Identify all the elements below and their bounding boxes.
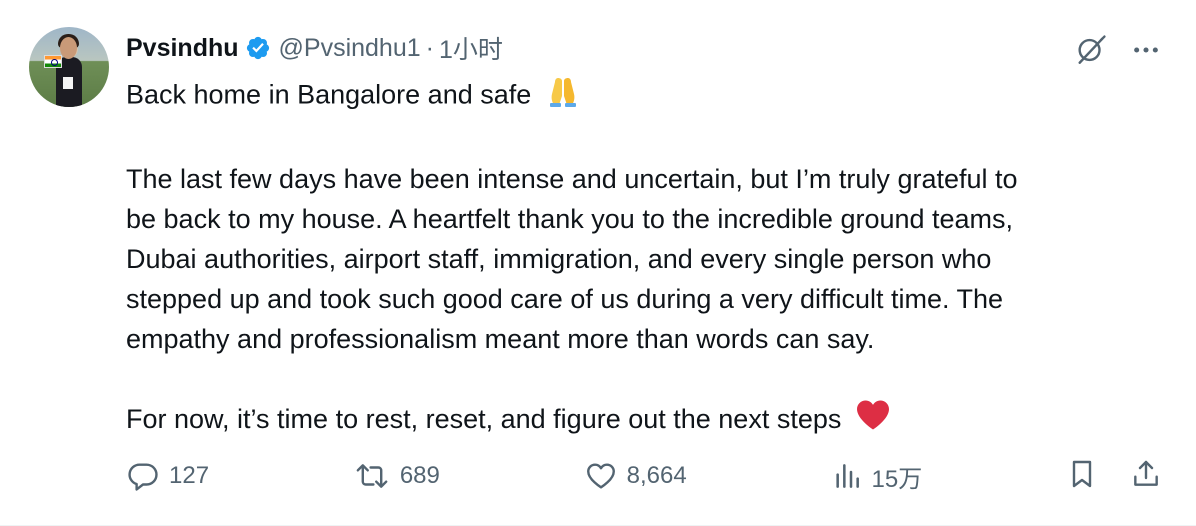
tweet-card: Pvsindhu @Pvsindhu1 · 1小时 Back home in B… [0, 0, 1196, 526]
text-line-5: stepped up and took such good care of us… [126, 284, 1004, 314]
views-icon [831, 460, 863, 492]
text-line: Back home in Bangalore and safe [126, 74, 1166, 119]
reply-button[interactable]: 127 [126, 459, 209, 493]
like-icon [584, 459, 618, 493]
text-line-3: be back to my house. A heartfelt thank y… [126, 204, 1014, 234]
author-handle[interactable]: @Pvsindhu1 [279, 34, 421, 63]
tweet-text: Back home in Bangalore and safe The last… [126, 74, 1166, 442]
text-line-7: For now, it’s time to rest, reset, and f… [126, 404, 842, 434]
action-bar: 127 689 8,664 15万 [126, 456, 1162, 496]
avatar-bib [63, 77, 73, 89]
like-button[interactable]: 8,664 [584, 459, 687, 493]
views-button[interactable]: 15万 [831, 459, 923, 494]
reply-icon [126, 459, 160, 493]
tweet-header: Pvsindhu @Pvsindhu1 · 1小时 [126, 31, 503, 65]
reply-count: 127 [169, 462, 210, 489]
text-line-2: The last few days have been intense and … [126, 164, 1018, 194]
secondary-actions [1066, 457, 1162, 496]
text-line-4: Dubai authorities, airport staff, immigr… [126, 244, 992, 274]
repost-button[interactable]: 689 [353, 459, 440, 493]
avatar-flag [44, 55, 62, 68]
grok-icon[interactable] [1074, 33, 1108, 67]
author-name[interactable]: Pvsindhu [126, 34, 239, 63]
separator-dot: · [425, 33, 434, 62]
text-line: For now, it’s time to rest, reset, and f… [126, 399, 1166, 442]
more-icon[interactable] [1130, 34, 1162, 66]
avatar[interactable] [29, 27, 109, 107]
share-icon[interactable] [1130, 457, 1162, 496]
avatar-face [60, 37, 77, 59]
repost-icon [353, 459, 391, 493]
text-line-1: Back home in Bangalore and safe [126, 79, 532, 110]
tweet-timestamp[interactable]: 1小时 [439, 30, 503, 66]
top-actions [1074, 33, 1162, 67]
views-count: 15万 [871, 465, 923, 493]
red-heart-emoji [855, 399, 891, 442]
verified-badge-icon [245, 35, 271, 61]
like-count: 8,664 [626, 462, 687, 489]
bookmark-icon[interactable] [1066, 457, 1098, 496]
repost-count: 689 [399, 462, 440, 489]
text-line-6: empathy and professionalism meant more t… [126, 324, 875, 354]
folded-hands-emoji [545, 74, 581, 119]
